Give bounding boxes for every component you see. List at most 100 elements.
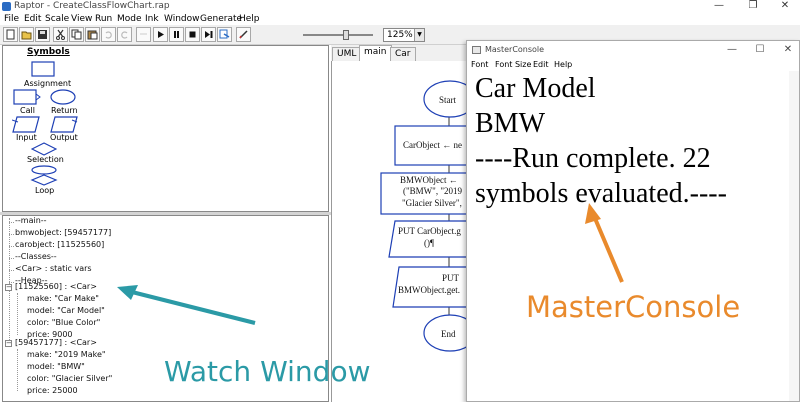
- watch-line[interactable]: [59457177] : <Car>: [15, 338, 97, 347]
- return-symbol-icon[interactable]: [50, 89, 76, 105]
- console-output-line: Car Model: [475, 73, 596, 104]
- watch-line: --Classes--: [15, 252, 57, 261]
- symbol-label-selection: Selection: [27, 155, 64, 164]
- tab-car[interactable]: Car: [390, 47, 416, 61]
- collapse-icon[interactable]: −: [5, 340, 12, 347]
- watch-line[interactable]: [11525560] : <Car>: [15, 282, 97, 291]
- menu-run[interactable]: Run: [95, 13, 112, 25]
- menu-view[interactable]: View: [71, 13, 92, 25]
- undo-icon[interactable]: [101, 27, 116, 42]
- tree-connector: [9, 246, 14, 247]
- menu-window[interactable]: Window: [164, 13, 200, 25]
- start-label: Start: [439, 95, 456, 105]
- watch-line: make: "2019 Make": [27, 350, 106, 359]
- zoom-slider-track: [303, 34, 373, 36]
- watch-line: make: "Car Make": [27, 294, 99, 303]
- watch-line: carobject: [11525560]: [15, 240, 105, 249]
- box2-label-line3: "Glacier Silver",: [402, 198, 462, 208]
- new-icon[interactable]: [3, 27, 18, 42]
- console-maximize-button[interactable]: ☐: [749, 43, 771, 57]
- cut-icon[interactable]: [53, 27, 68, 42]
- box4-label-line1: PUT: [442, 273, 460, 283]
- menu-edit[interactable]: Edit: [24, 13, 41, 25]
- zoom-slider[interactable]: [303, 30, 373, 40]
- tree-connector: [17, 293, 18, 335]
- menu-file[interactable]: File: [4, 13, 19, 25]
- redo-icon[interactable]: [117, 27, 132, 42]
- selection-symbol-icon[interactable]: [31, 142, 57, 156]
- play-icon[interactable]: [153, 27, 168, 42]
- console-menu-font[interactable]: Font: [471, 59, 488, 71]
- tree-connector: [9, 234, 14, 235]
- box3-label-line2: ()¶: [424, 238, 435, 248]
- tab-uml[interactable]: UML: [332, 47, 362, 61]
- stop-icon[interactable]: [185, 27, 200, 42]
- tree-connector: [9, 258, 14, 259]
- console-scrollbar[interactable]: [789, 71, 799, 401]
- console-menu-help[interactable]: Help: [554, 59, 572, 71]
- flowchart-canvas[interactable]: Start CarObject ← ne BMWObject ← ("BMW",…: [331, 61, 472, 402]
- console-menu-edit[interactable]: Edit: [533, 59, 549, 71]
- symbol-label-assignment: Assignment: [24, 79, 72, 88]
- paste-icon[interactable]: [85, 27, 100, 42]
- console-app-icon: [472, 46, 481, 54]
- title-bar: Raptor - CreateClassFlowChart.rap — ❐ ✕: [0, 0, 800, 13]
- watch-line: model: "Car Model": [27, 306, 105, 315]
- pause-icon[interactable]: [169, 27, 184, 42]
- maximize-button[interactable]: ❐: [740, 0, 766, 13]
- zoom-select[interactable]: 125% ▼: [383, 28, 425, 42]
- symbol-label-input: Input: [16, 133, 37, 142]
- output-symbol-icon[interactable]: [50, 116, 78, 133]
- console-title-bar: MasterConsole — ☐ ✕: [467, 41, 799, 59]
- tab-strip: UML main Car: [331, 45, 471, 61]
- watch-line: bmwobject: [59457177]: [15, 228, 112, 237]
- pen-icon[interactable]: [236, 27, 251, 42]
- chevron-down-icon[interactable]: ▼: [414, 29, 424, 41]
- symbol-label-output: Output: [50, 133, 78, 142]
- zoom-slider-thumb[interactable]: [343, 30, 349, 40]
- menu-generate[interactable]: Generate: [200, 13, 242, 25]
- console-title: MasterConsole: [485, 45, 545, 54]
- input-symbol-icon[interactable]: [12, 116, 40, 133]
- unused-icon: [136, 27, 151, 42]
- console-output-line: BMW: [475, 108, 545, 139]
- console-output-line: ----Run complete. 22: [475, 143, 711, 174]
- menu-mode[interactable]: Mode: [117, 13, 142, 25]
- watch-line: color: "Blue Color": [27, 318, 101, 327]
- copy-icon[interactable]: [69, 27, 84, 42]
- menu-scale[interactable]: Scale: [45, 13, 69, 25]
- box1-label: CarObject ← ne: [403, 140, 462, 150]
- master-console-callout: MasterConsole: [526, 290, 741, 324]
- box4-label-line2: BMWObject.get.: [398, 285, 460, 295]
- menu-help[interactable]: Help: [239, 13, 260, 25]
- call-symbol-icon[interactable]: [13, 89, 41, 105]
- tree-connector: [17, 349, 18, 391]
- watch-line: color: "Glacier Silver": [27, 374, 113, 383]
- close-button[interactable]: ✕: [772, 0, 798, 13]
- watch-line: <Car> : static vars: [15, 264, 92, 273]
- minimize-button[interactable]: —: [706, 0, 732, 13]
- save-icon[interactable]: [35, 27, 50, 42]
- master-console-window: MasterConsole — ☐ ✕ Font Font Size Edit …: [466, 40, 800, 402]
- symbol-label-call: Call: [20, 106, 35, 115]
- console-menu-font-size[interactable]: Font Size: [495, 59, 531, 71]
- tab-main[interactable]: main: [359, 45, 392, 61]
- watch-line: model: "BMW": [27, 362, 85, 371]
- console-close-button[interactable]: ✕: [777, 43, 799, 57]
- console-minimize-button[interactable]: —: [721, 43, 743, 57]
- menu-ink[interactable]: Ink: [145, 13, 159, 25]
- watch-window-callout: Watch Window: [164, 355, 371, 388]
- assignment-symbol-icon[interactable]: [31, 61, 55, 77]
- open-icon[interactable]: [19, 27, 34, 42]
- step-icon[interactable]: [201, 27, 216, 42]
- watch-line: --main--: [15, 216, 47, 225]
- window-title: Raptor - CreateClassFlowChart.rap: [14, 1, 170, 11]
- loop-symbol-icon[interactable]: [30, 165, 58, 187]
- raptor-app-icon: [2, 2, 11, 11]
- collapse-icon[interactable]: −: [5, 284, 12, 291]
- symbols-heading: Symbols: [27, 47, 70, 57]
- run-to-icon[interactable]: [217, 27, 232, 42]
- menu-bar: File Edit Scale View Run Mode Ink Window…: [0, 13, 800, 25]
- tree-connector: [9, 270, 14, 271]
- zoom-value: 125%: [387, 30, 413, 40]
